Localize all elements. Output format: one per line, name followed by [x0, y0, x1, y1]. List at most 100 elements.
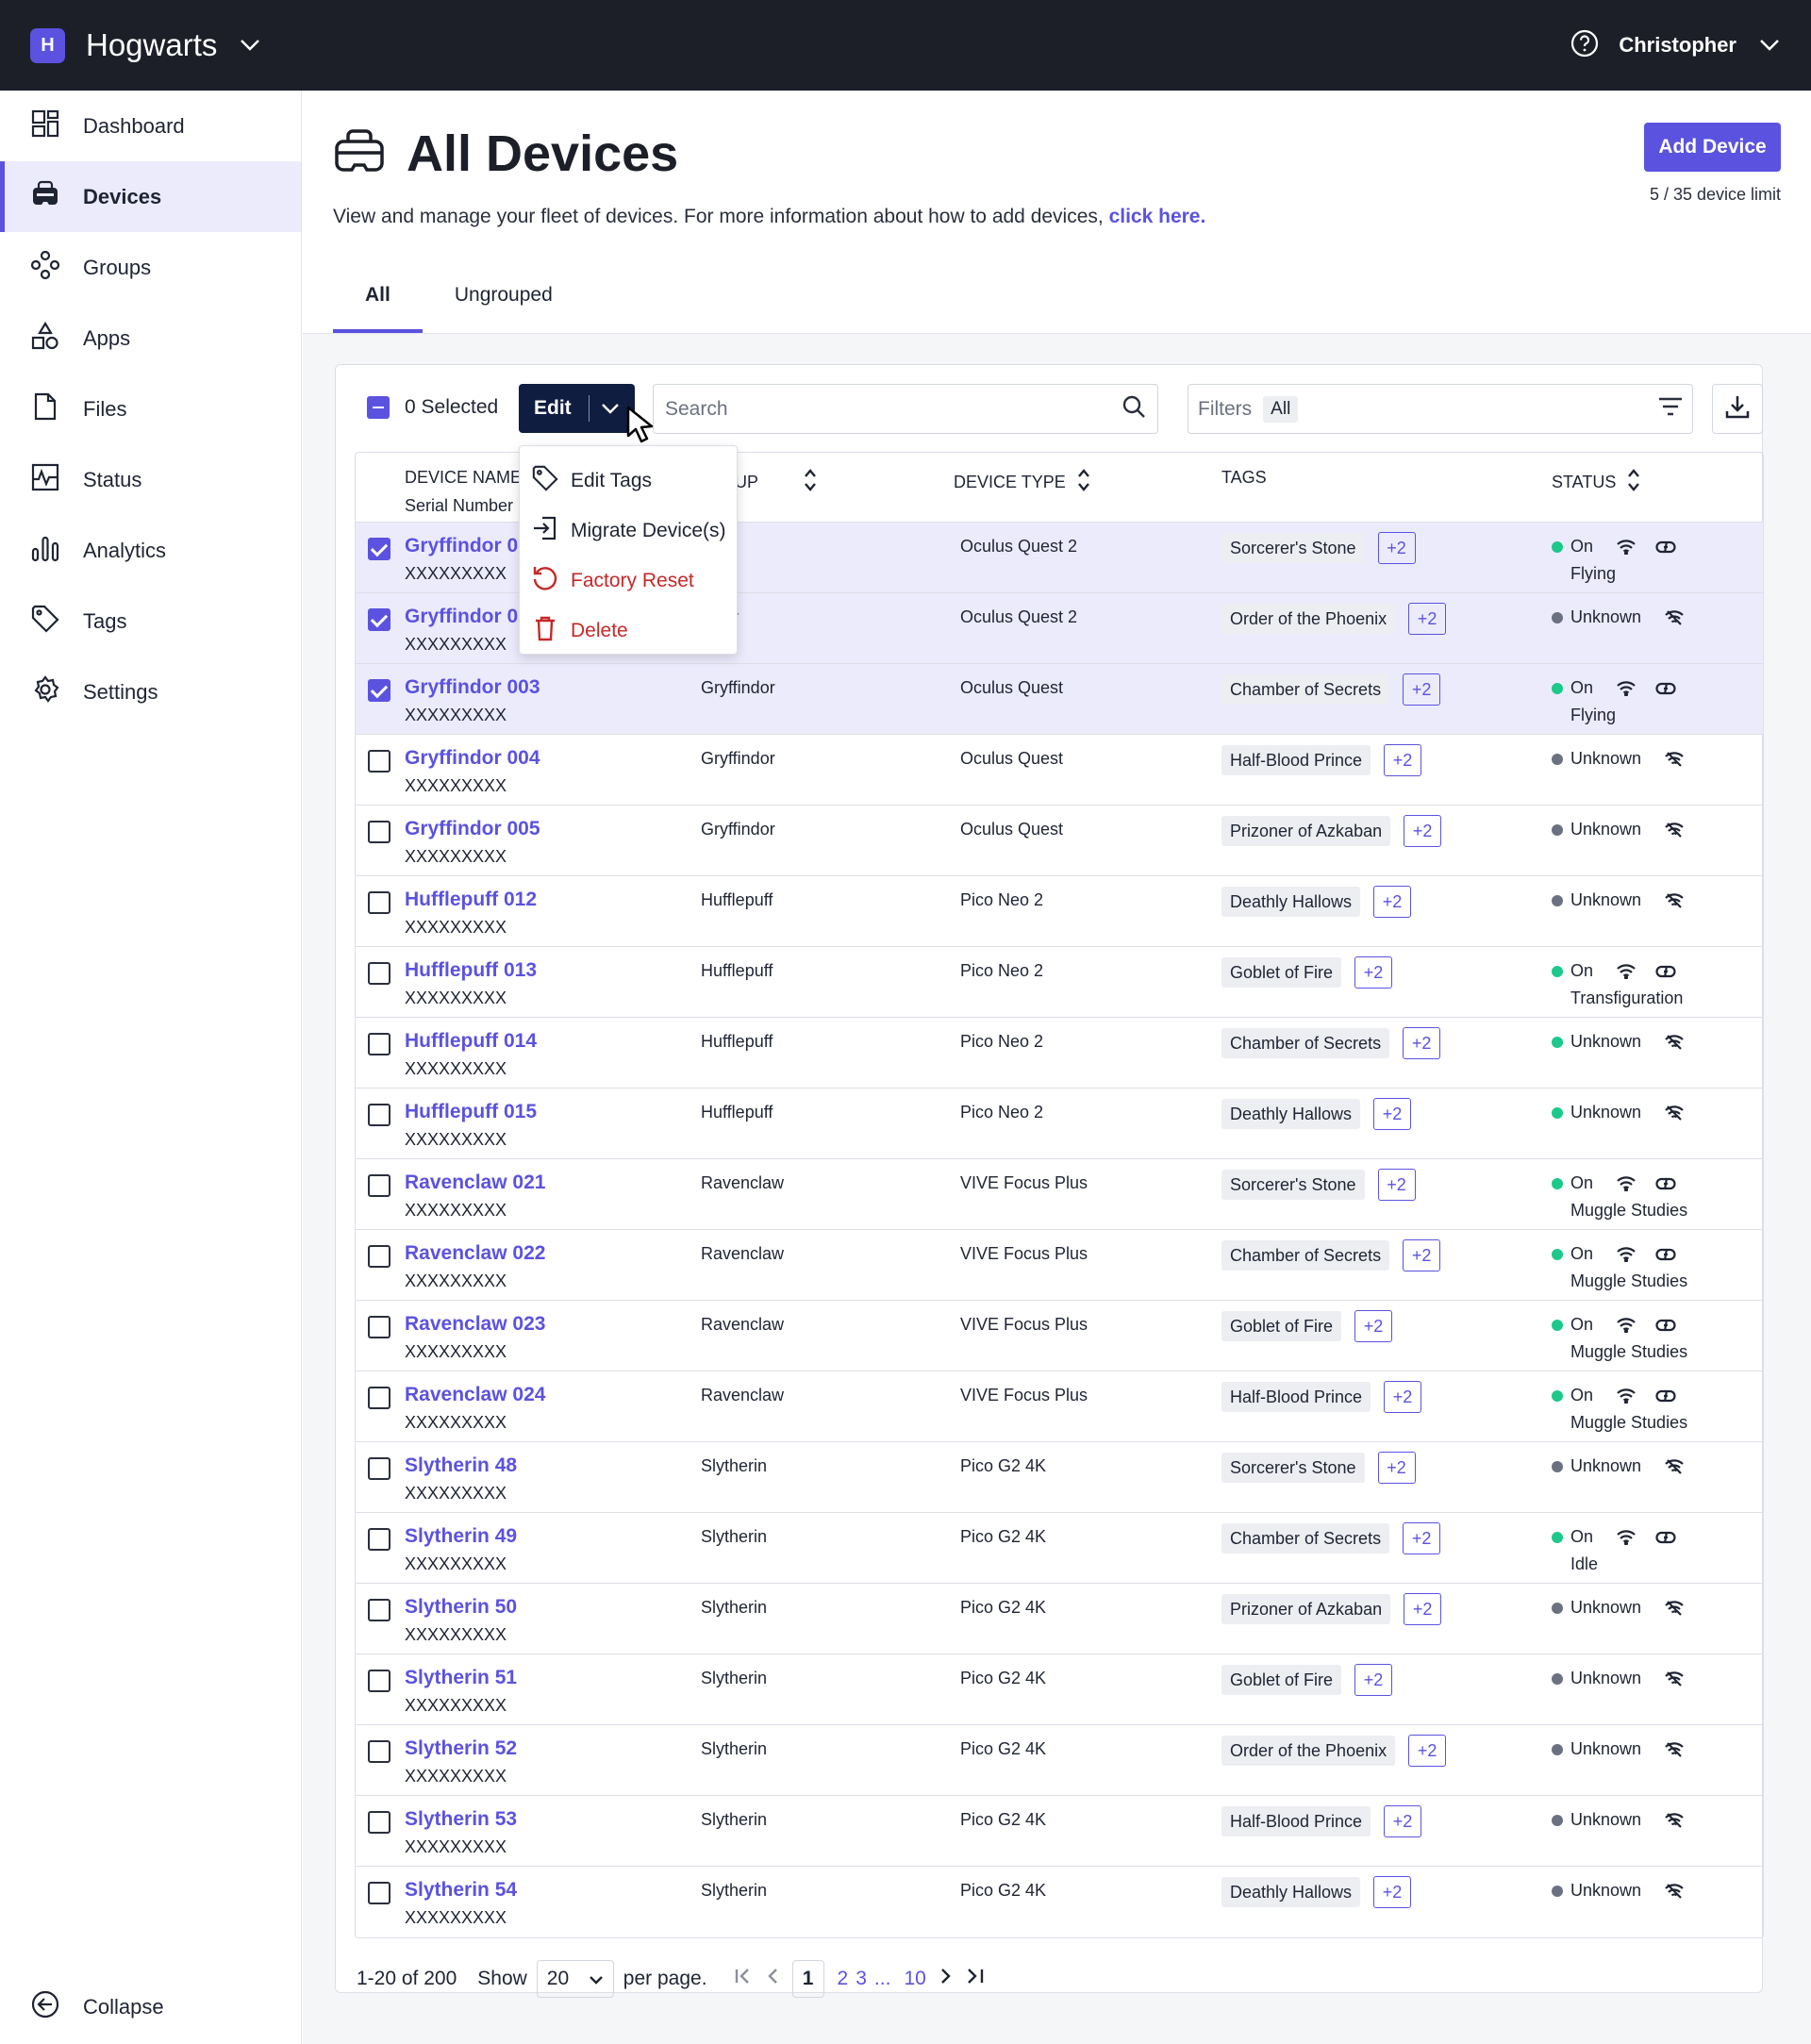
- more-tags-button[interactable]: +2: [1384, 1381, 1422, 1413]
- workspace-switcher[interactable]: H Hogwarts: [30, 27, 260, 63]
- table-row[interactable]: Slytherin 54 XXXXXXXXX Slytherin Pico G2…: [356, 1867, 1763, 1937]
- search-input[interactable]: [665, 397, 1080, 421]
- column-group[interactable]: UP: [735, 468, 817, 497]
- sidebar-item-tags[interactable]: Tags: [0, 586, 301, 656]
- device-name-link[interactable]: Hufflepuff 013: [405, 959, 537, 982]
- menu-item-edit-tags[interactable]: Edit Tags: [520, 456, 737, 506]
- device-name-link[interactable]: Hufflepuff 015: [405, 1101, 537, 1123]
- row-checkbox[interactable]: [368, 962, 390, 985]
- more-tags-button[interactable]: +2: [1403, 673, 1441, 706]
- table-row[interactable]: Gryffindor 003 XXXXXXXXX Gryffindor Ocul…: [356, 664, 1763, 735]
- device-name-link[interactable]: Ravenclaw 023: [405, 1313, 545, 1336]
- more-tags-button[interactable]: +2: [1373, 886, 1412, 918]
- column-device-type[interactable]: DEVICE TYPE: [954, 468, 1090, 497]
- row-checkbox[interactable]: [368, 679, 390, 702]
- device-name-link[interactable]: Gryffindor 005: [405, 818, 540, 840]
- row-checkbox[interactable]: [368, 1174, 390, 1197]
- device-name-link[interactable]: Gryffindor 00: [405, 535, 529, 557]
- page-2[interactable]: 2: [838, 1968, 849, 1990]
- table-row[interactable]: Hufflepuff 013 XXXXXXXXX Hufflepuff Pico…: [356, 947, 1763, 1018]
- table-row[interactable]: Slytherin 48 XXXXXXXXX Slytherin Pico G2…: [356, 1442, 1763, 1513]
- device-name-link[interactable]: Slytherin 54: [405, 1879, 517, 1902]
- search-icon[interactable]: [1121, 394, 1146, 424]
- filter-icon[interactable]: [1658, 397, 1683, 421]
- download-button[interactable]: [1712, 384, 1763, 434]
- row-checkbox[interactable]: [368, 821, 390, 843]
- page-last[interactable]: 10: [904, 1968, 925, 1990]
- table-row[interactable]: Hufflepuff 014 XXXXXXXXX Hufflepuff Pico…: [356, 1018, 1763, 1088]
- more-tags-button[interactable]: +2: [1403, 1239, 1441, 1271]
- device-name-link[interactable]: Ravenclaw 021: [405, 1172, 545, 1194]
- sidebar-item-files[interactable]: Files: [0, 374, 301, 444]
- menu-item-delete[interactable]: Delete: [520, 606, 737, 656]
- more-tags-button[interactable]: +2: [1377, 532, 1416, 564]
- row-checkbox[interactable]: [368, 1316, 390, 1338]
- row-checkbox[interactable]: [368, 1104, 390, 1126]
- menu-item-migrate-devices[interactable]: Migrate Device(s): [520, 506, 737, 556]
- page-current[interactable]: 1: [791, 1960, 824, 1998]
- page-3[interactable]: 3: [856, 1968, 867, 1990]
- row-checkbox[interactable]: [368, 1811, 390, 1834]
- row-checkbox[interactable]: [368, 1457, 390, 1480]
- collapse-button[interactable]: Collapse: [30, 1989, 164, 2025]
- table-row[interactable]: Ravenclaw 021 XXXXXXXXX Ravenclaw VIVE F…: [356, 1159, 1763, 1230]
- table-row[interactable]: Hufflepuff 012 XXXXXXXXX Hufflepuff Pico…: [356, 876, 1763, 947]
- more-tags-button[interactable]: +2: [1377, 1452, 1416, 1484]
- row-checkbox[interactable]: [368, 608, 390, 631]
- sort-icon[interactable]: [1627, 468, 1640, 497]
- tab-ungrouped[interactable]: Ungrouped: [423, 276, 585, 333]
- row-checkbox[interactable]: [368, 1882, 390, 1904]
- more-tags-button[interactable]: +2: [1354, 1310, 1393, 1342]
- row-checkbox[interactable]: [368, 1599, 390, 1621]
- table-row[interactable]: Ravenclaw 023 XXXXXXXXX Ravenclaw VIVE F…: [356, 1301, 1763, 1371]
- sidebar-item-groups[interactable]: Groups: [0, 232, 301, 303]
- help-icon[interactable]: [1570, 28, 1600, 63]
- device-name-link[interactable]: Slytherin 52: [405, 1737, 517, 1760]
- column-device-name[interactable]: DEVICE NAME Serial Number: [405, 468, 522, 515]
- row-checkbox[interactable]: [368, 750, 390, 773]
- row-checkbox[interactable]: [368, 891, 390, 914]
- row-checkbox[interactable]: [368, 538, 390, 560]
- column-status[interactable]: STATUS: [1552, 468, 1640, 497]
- sidebar-item-settings[interactable]: Settings: [0, 656, 301, 727]
- more-tags-button[interactable]: +2: [1354, 1664, 1393, 1696]
- more-tags-button[interactable]: +2: [1377, 1169, 1416, 1201]
- sort-icon[interactable]: [804, 468, 817, 497]
- device-name-link[interactable]: Ravenclaw 022: [405, 1242, 545, 1265]
- sidebar-item-devices[interactable]: Devices: [0, 161, 301, 232]
- last-page-icon[interactable]: [966, 1968, 985, 1990]
- more-tags-button[interactable]: +2: [1408, 603, 1447, 635]
- user-menu[interactable]: Christopher: [1570, 28, 1780, 63]
- device-name-link[interactable]: Gryffindor 00: [405, 606, 529, 628]
- sidebar-item-analytics[interactable]: Analytics: [0, 515, 301, 586]
- table-row[interactable]: Gryffindor 004 XXXXXXXXX Gryffindor Ocul…: [356, 735, 1763, 806]
- help-link[interactable]: click here.: [1109, 206, 1206, 227]
- row-checkbox[interactable]: [368, 1387, 390, 1409]
- row-checkbox[interactable]: [368, 1740, 390, 1763]
- row-checkbox[interactable]: [368, 1528, 390, 1551]
- device-name-link[interactable]: Slytherin 51: [405, 1667, 517, 1689]
- next-page-icon[interactable]: [939, 1968, 953, 1990]
- more-tags-button[interactable]: +2: [1404, 1593, 1442, 1625]
- device-name-link[interactable]: Hufflepuff 014: [405, 1030, 537, 1053]
- sidebar-item-status[interactable]: Status: [0, 444, 301, 515]
- device-name-link[interactable]: Ravenclaw 024: [405, 1384, 545, 1406]
- device-name-link[interactable]: Slytherin 48: [405, 1454, 517, 1477]
- row-checkbox[interactable]: [368, 1245, 390, 1268]
- more-tags-button[interactable]: +2: [1403, 1027, 1441, 1059]
- table-row[interactable]: Ravenclaw 022 XXXXXXXXX Ravenclaw VIVE F…: [356, 1230, 1763, 1301]
- select-all-checkbox[interactable]: [367, 396, 390, 419]
- more-tags-button[interactable]: +2: [1403, 1522, 1441, 1554]
- more-tags-button[interactable]: +2: [1384, 1805, 1422, 1837]
- device-name-link[interactable]: Gryffindor 004: [405, 747, 540, 770]
- table-row[interactable]: Slytherin 49 XXXXXXXXX Slytherin Pico G2…: [356, 1513, 1763, 1584]
- table-row[interactable]: Gryffindor 005 XXXXXXXXX Gryffindor Ocul…: [356, 806, 1763, 876]
- device-name-link[interactable]: Gryffindor 003: [405, 676, 540, 699]
- more-tags-button[interactable]: +2: [1408, 1735, 1447, 1767]
- device-name-link[interactable]: Slytherin 53: [405, 1808, 517, 1831]
- row-checkbox[interactable]: [368, 1033, 390, 1055]
- table-row[interactable]: Slytherin 50 XXXXXXXXX Slytherin Pico G2…: [356, 1584, 1763, 1654]
- device-name-link[interactable]: Slytherin 50: [405, 1596, 517, 1619]
- table-row[interactable]: Slytherin 51 XXXXXXXXX Slytherin Pico G2…: [356, 1654, 1763, 1725]
- sort-icon[interactable]: [1077, 468, 1090, 497]
